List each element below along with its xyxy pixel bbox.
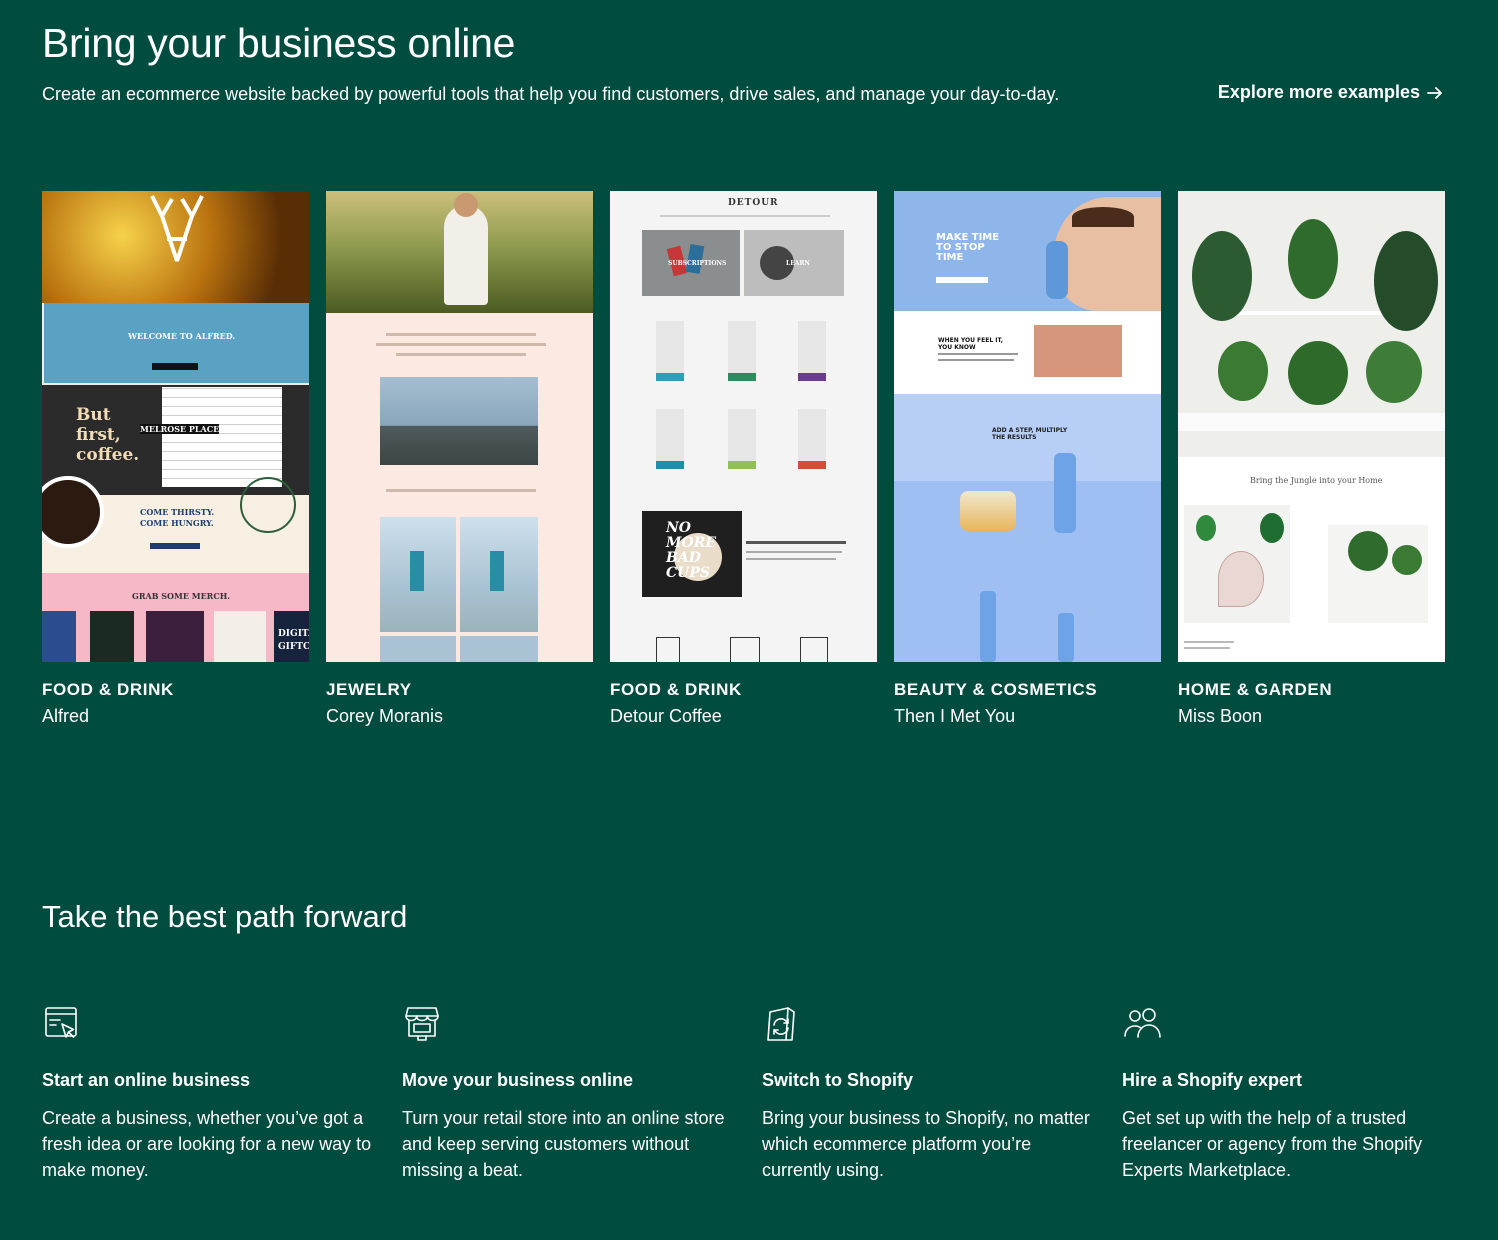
alfred-welcome: WELCOME TO ALFRED. [128, 331, 236, 341]
path-description: Bring your business to Shopify, no matte… [762, 1108, 1090, 1180]
alfred-first: first, [76, 425, 121, 445]
path-title: Move your business online [402, 1070, 634, 1090]
path-title: Hire a Shopify expert [1122, 1070, 1303, 1090]
timy-time: TIME [936, 252, 964, 263]
corey-moranis-screenshot[interactable] [326, 191, 593, 662]
example-category: FOOD & DRINK [42, 680, 174, 699]
detour-cups: CUPS [666, 565, 710, 581]
online-store-icon [45, 1007, 77, 1038]
path-start-online-business[interactable]: Start an online business Create a busine… [42, 1004, 402, 1183]
path-move-business-online[interactable]: Move your business online Turn your reta… [402, 1004, 762, 1183]
miss-boon-screenshot[interactable]: Bring the Jungle into your Home [1178, 191, 1445, 662]
alfred-coffee: coffee. [76, 445, 140, 465]
path-hire-shopify-expert[interactable]: Hire a Shopify expert Get set up with th… [1122, 1004, 1482, 1183]
explore-link-label: Explore more examples [1217, 82, 1420, 102]
example-category: FOOD & DRINK [610, 680, 742, 699]
alfred-screenshot[interactable]: WELCOME TO ALFRED. But first, coffee. ME… [42, 191, 309, 662]
detour-logo: DETOUR [728, 198, 779, 208]
timy-results: THE RESULTS [992, 434, 1037, 441]
people-icon [1124, 1008, 1161, 1038]
alfred-giftc: GIFTC [278, 642, 309, 652]
example-card-corey-moranis[interactable]: JEWELRY Corey Moranis [326, 191, 593, 727]
switch-icon [767, 1007, 795, 1041]
alfred-melrose: MELROSE PLACE [140, 424, 220, 434]
path-title: Switch to Shopify [762, 1070, 913, 1090]
example-category: JEWELRY [326, 680, 412, 699]
detour-bad: BAD [666, 550, 701, 566]
example-store-name: Then I Met You [894, 706, 1016, 726]
explore-more-examples-link[interactable]: Explore more examples [1218, 82, 1444, 103]
example-category: BEAUTY & COSMETICS [894, 680, 1098, 699]
detour-no: NO [666, 520, 691, 536]
detour-learn: LEARN [786, 260, 810, 267]
timy-know: YOU KNOW [938, 344, 976, 351]
missboon-jungle: Bring the Jungle into your Home [1250, 476, 1383, 485]
storefront-icon [405, 1007, 439, 1041]
example-store-name: Alfred [42, 706, 90, 726]
alfred-digital: DIGITA [278, 629, 309, 639]
example-card-alfred[interactable]: WELCOME TO ALFRED. But first, coffee. ME… [42, 191, 309, 727]
detour-more: MORE [666, 535, 716, 551]
example-card-miss-boon[interactable]: Bring the Jungle into your Home HOME & G… [1178, 191, 1445, 727]
then-i-met-you-screenshot[interactable]: MAKE TIME TO STOP TIME WHEN YOU FEEL IT,… [894, 191, 1161, 662]
example-card-then-i-met-you[interactable]: MAKE TIME TO STOP TIME WHEN YOU FEEL IT,… [894, 191, 1161, 727]
timy-feel: WHEN YOU FEEL IT, [938, 337, 1003, 344]
detour-subscriptions: SUBSCRIPTIONS [668, 260, 727, 267]
path-description: Turn your retail store into an online st… [402, 1108, 725, 1180]
alfred-but: But [76, 405, 111, 425]
page-title: Bring your business online [42, 20, 516, 66]
path-title: Start an online business [42, 1070, 251, 1090]
timy-step: ADD A STEP, MULTIPLY [992, 427, 1068, 434]
example-store-name: Miss Boon [1178, 706, 1263, 726]
hero-subtitle: Create an ecommerce website backed by po… [42, 84, 1060, 104]
example-stores: WELCOME TO ALFRED. But first, coffee. ME… [42, 191, 1445, 727]
example-card-detour-coffee[interactable]: DETOUR SUBSCRIPTIONS LEARN NO MORE BAD C… [610, 191, 877, 727]
path-description: Get set up with the help of a trusted fr… [1122, 1108, 1423, 1180]
path-description: Create a business, whether you’ve got a … [42, 1108, 372, 1180]
paths-list: Start an online business Create a busine… [42, 1004, 1482, 1183]
alfred-logo-icon [150, 195, 204, 262]
alfred-thirsty: COME THIRSTY. [140, 507, 215, 517]
paths-section-title: Take the best path forward [42, 899, 408, 934]
detour-coffee-screenshot[interactable]: DETOUR SUBSCRIPTIONS LEARN NO MORE BAD C… [610, 191, 877, 662]
example-store-name: Detour Coffee [610, 706, 722, 726]
arrow-right-icon [1427, 86, 1442, 99]
example-category: HOME & GARDEN [1178, 680, 1333, 699]
example-store-name: Corey Moranis [326, 706, 444, 726]
alfred-hungry: COME HUNGRY. [140, 518, 214, 528]
path-switch-to-shopify[interactable]: Switch to Shopify Bring your business to… [762, 1004, 1122, 1183]
alfred-merch: GRAB SOME MERCH. [132, 591, 231, 601]
